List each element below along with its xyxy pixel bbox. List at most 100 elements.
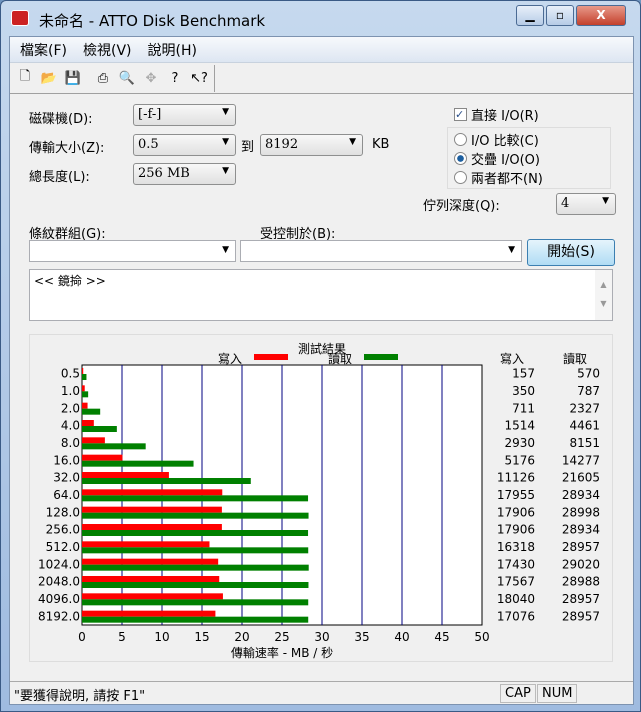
y-tick-label: 1024.0 bbox=[38, 557, 80, 571]
read-value: 21605 bbox=[562, 471, 600, 485]
write-bar bbox=[82, 593, 223, 600]
write-bar bbox=[82, 454, 123, 461]
open-icon[interactable]: 📂 bbox=[40, 71, 58, 86]
checkbox-checked-icon: ✓ bbox=[454, 108, 467, 121]
status-text: "要獲得說明, 請按 F1" bbox=[14, 689, 146, 704]
read-column-header: 讀取 bbox=[563, 352, 587, 366]
read-bar bbox=[82, 391, 89, 398]
write-value: 18040 bbox=[497, 592, 535, 606]
total-length-select[interactable]: 256 MB ▼ bbox=[133, 163, 236, 185]
app-window: 未命名 - ATTO Disk Benchmark ▁ ▫ X 檔案(F) 檢視… bbox=[0, 0, 641, 712]
write-bar bbox=[82, 558, 219, 565]
maximize-button[interactable]: ▫ bbox=[546, 5, 574, 26]
write-bar bbox=[82, 368, 84, 374]
y-tick-label: 2.0 bbox=[61, 401, 80, 415]
minimize-button[interactable]: ▁ bbox=[516, 5, 544, 26]
description-textarea[interactable]: << 鏡掵 >> ▲ ▼ bbox=[29, 269, 613, 321]
y-tick-label: 2048.0 bbox=[38, 575, 80, 589]
y-tick-label: 8192.0 bbox=[38, 609, 80, 623]
direct-io-checkbox[interactable]: ✓ 直接 I/O(R) bbox=[454, 105, 539, 124]
write-bar bbox=[82, 489, 223, 496]
queue-depth-select[interactable]: 4 ▼ bbox=[556, 193, 616, 215]
write-value: 157 bbox=[512, 367, 535, 381]
read-bar bbox=[82, 582, 309, 588]
radio-overlapped-io[interactable]: 交疊 I/O(O) bbox=[454, 149, 540, 168]
read-value: 2327 bbox=[569, 401, 600, 415]
read-value: 28934 bbox=[562, 523, 600, 537]
y-tick-label: 4.0 bbox=[61, 419, 80, 433]
drive-label: 磁碟機(D): bbox=[29, 112, 93, 127]
write-value: 17567 bbox=[497, 575, 535, 589]
stripe-group-select[interactable]: ▼ bbox=[29, 240, 236, 262]
results-panel: 測試結果 寫入 讀取 寫入 讀取 0 5 10 15 20 25 30 35 40 45 50 傳輸速率 - M… bbox=[29, 334, 613, 662]
context-help-icon[interactable]: ↖? bbox=[190, 71, 208, 86]
x-axis-label: 傳輸速率 - MB / 秒 bbox=[231, 645, 333, 660]
read-bar bbox=[82, 616, 309, 623]
x-tick-label: 35 bbox=[354, 630, 369, 644]
radio-icon bbox=[454, 133, 467, 146]
menu-view[interactable]: 檢視(V) bbox=[83, 40, 132, 60]
write-bar bbox=[82, 385, 85, 392]
toolbar: 🗋 📂 💾 ⎙ 🔍 ✥ ? ↖? bbox=[10, 63, 633, 94]
write-bar bbox=[82, 610, 216, 617]
scrollbar[interactable]: ▲ ▼ bbox=[595, 270, 612, 320]
move-icon[interactable]: ✥ bbox=[142, 71, 160, 86]
save-icon[interactable]: 💾 bbox=[64, 71, 82, 86]
print-icon[interactable]: ⎙ bbox=[94, 71, 112, 86]
transfer-from-value: 0.5 bbox=[138, 137, 159, 152]
legend-write-label: 寫入 bbox=[218, 351, 242, 366]
y-tick-label: 1.0 bbox=[61, 384, 80, 398]
read-value: 28957 bbox=[562, 592, 600, 606]
read-bar bbox=[82, 530, 309, 536]
write-bar bbox=[82, 420, 94, 426]
results-chart: 測試結果寫入 讀取 寫入 讀取0 5 10 15 20 25 30 35 40 45 50傳輸速率 - M… bbox=[38, 341, 600, 660]
transfer-from-select[interactable]: 0.5 ▼ bbox=[133, 134, 236, 156]
legend-write-swatch bbox=[254, 354, 288, 360]
atto-app-icon bbox=[11, 10, 29, 26]
radio-icon bbox=[454, 171, 467, 184]
read-value: 570 bbox=[577, 367, 600, 381]
read-bar bbox=[82, 495, 309, 502]
menu-help[interactable]: 說明(H) bbox=[148, 40, 197, 60]
write-value: 11126 bbox=[497, 471, 535, 485]
read-bar bbox=[82, 408, 101, 415]
queue-depth-value: 4 bbox=[561, 196, 570, 211]
toolbar-separator bbox=[214, 65, 215, 92]
caps-lock-indicator: CAP bbox=[500, 684, 536, 703]
close-button[interactable]: X bbox=[576, 5, 626, 26]
transfer-to-select[interactable]: 8192 ▼ bbox=[260, 134, 363, 156]
start-button[interactable]: 開始(S) bbox=[527, 239, 615, 266]
chevron-down-icon: ▼ bbox=[222, 245, 229, 255]
menu-bar: 檔案(F) 檢視(V) 說明(H) bbox=[10, 37, 633, 63]
x-tick-label: 10 bbox=[154, 630, 169, 644]
legend-read-swatch bbox=[364, 354, 398, 360]
print-preview-icon[interactable]: 🔍 bbox=[118, 71, 136, 86]
radio-neither[interactable]: 兩者都不(N) bbox=[454, 168, 543, 187]
x-tick-label: 0 bbox=[78, 630, 86, 644]
y-tick-label: 128.0 bbox=[46, 505, 80, 519]
menu-file[interactable]: 檔案(F) bbox=[20, 40, 67, 60]
drive-select[interactable]: [-f-] ▼ bbox=[133, 104, 236, 126]
read-value: 28998 bbox=[562, 505, 600, 519]
chevron-down-icon: ▼ bbox=[222, 137, 229, 147]
read-bar bbox=[82, 460, 194, 467]
write-value: 17430 bbox=[497, 557, 535, 571]
y-tick-label: 0.5 bbox=[61, 367, 80, 381]
kb-unit-label: KB bbox=[372, 137, 390, 152]
controlled-by-select[interactable]: ▼ bbox=[240, 240, 522, 262]
transfer-size-label: 傳輸大小(Z): bbox=[29, 141, 105, 156]
total-length-label: 總長度(L): bbox=[29, 170, 90, 185]
read-value: 4461 bbox=[569, 419, 600, 433]
new-icon[interactable]: 🗋 bbox=[16, 67, 34, 89]
total-length-value: 256 MB bbox=[138, 166, 190, 181]
read-value: 29020 bbox=[562, 557, 600, 571]
read-value: 787 bbox=[577, 384, 600, 398]
write-column-header: 寫入 bbox=[500, 351, 524, 366]
radio-io-compare[interactable]: I/O 比較(C) bbox=[454, 130, 539, 149]
help-icon[interactable]: ? bbox=[166, 71, 184, 86]
write-value: 17955 bbox=[497, 488, 535, 502]
client-area: 檔案(F) 檢視(V) 說明(H) 🗋 📂 💾 ⎙ 🔍 ✥ ? ↖? 磁碟機(D… bbox=[9, 36, 634, 705]
x-tick-label: 30 bbox=[314, 630, 329, 644]
radio-label: 兩者都不(N) bbox=[471, 172, 543, 187]
y-tick-label: 256.0 bbox=[46, 523, 80, 537]
